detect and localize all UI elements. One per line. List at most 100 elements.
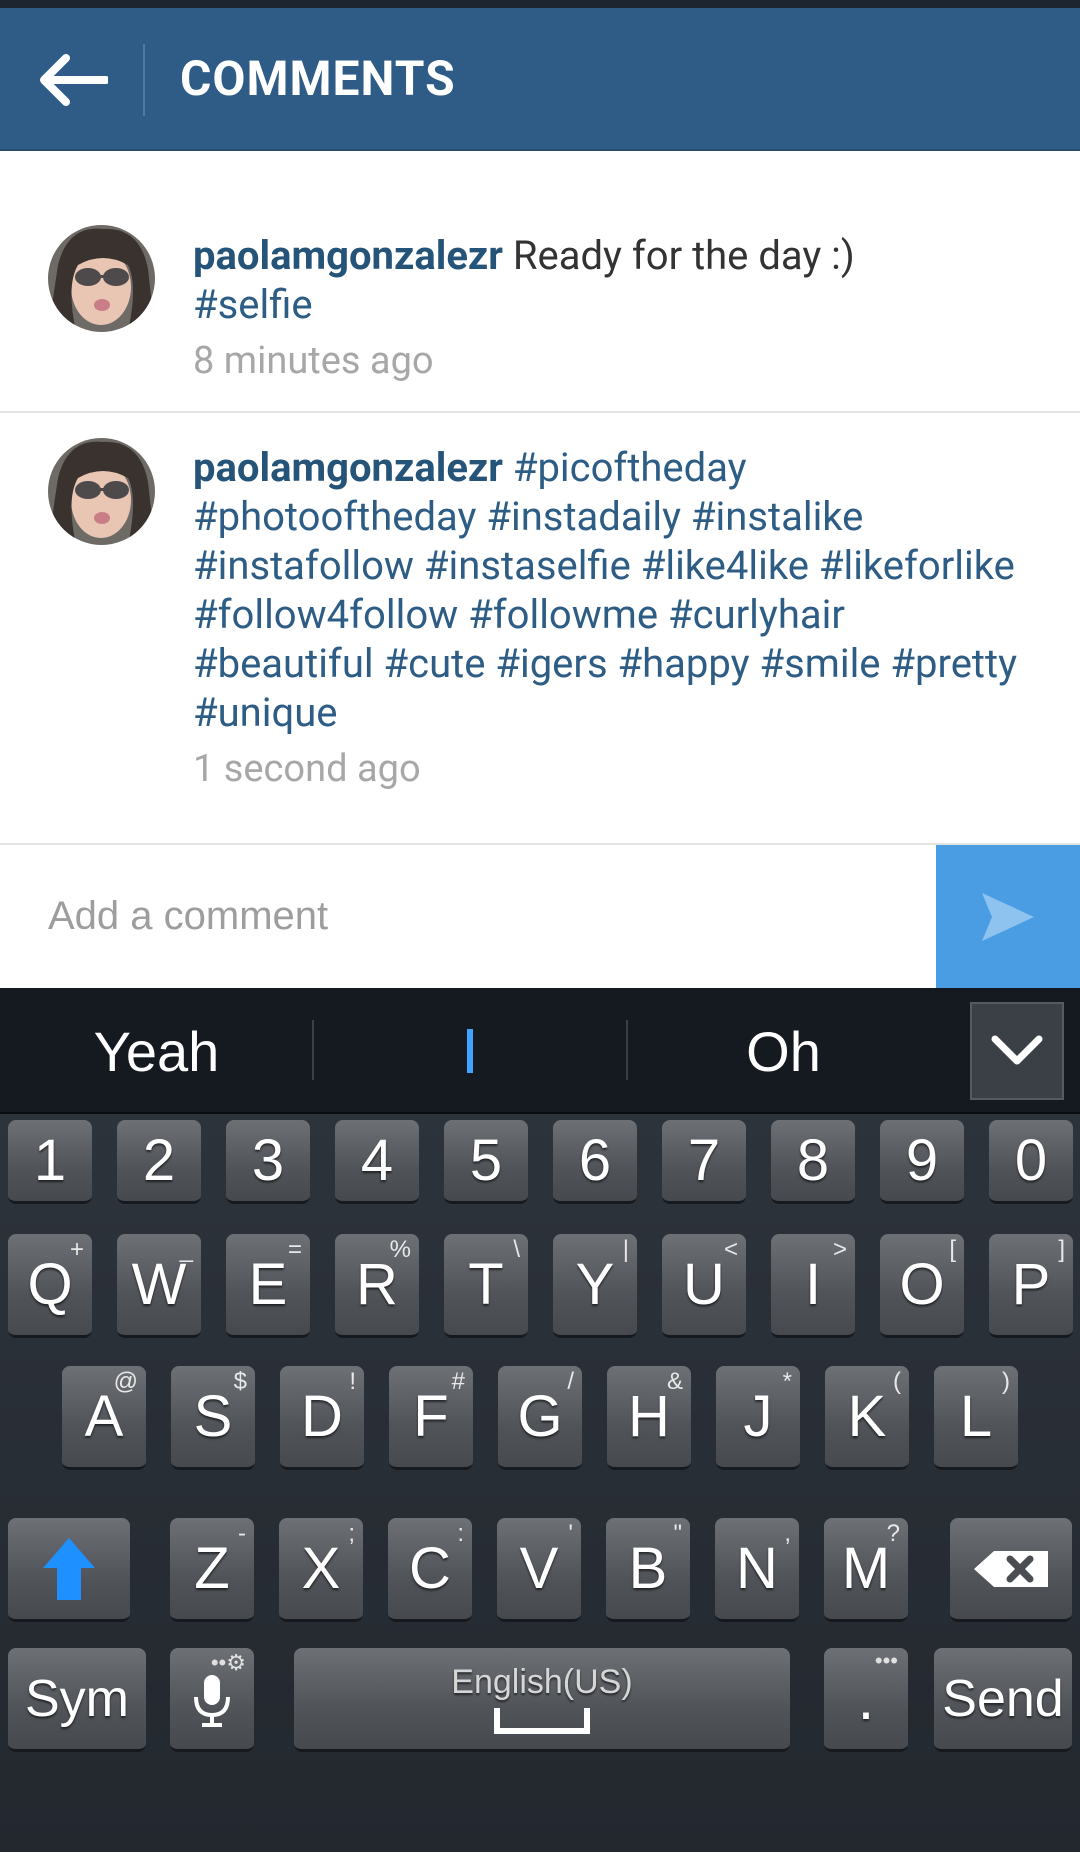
comment-hashtags[interactable]: #selfie <box>193 280 1023 329</box>
key[interactable]: J * <box>716 1366 800 1470</box>
key-label: K <box>847 1384 887 1449</box>
key-alt-label: \ <box>513 1236 520 1263</box>
key-alt-label: = <box>287 1236 302 1263</box>
key[interactable]: W _ <box>117 1234 201 1338</box>
key[interactable]: D! <box>280 1366 364 1470</box>
space-key[interactable]: English(US) <box>294 1648 790 1752</box>
key-label: 4 <box>360 1128 394 1193</box>
key[interactable]: C: <box>388 1518 472 1622</box>
voice-input-key[interactable]: ••⚙ <box>170 1648 254 1752</box>
send-comment-button[interactable] <box>936 845 1080 988</box>
more-dots-icon: ••• <box>874 1648 898 1673</box>
key[interactable]: M? <box>824 1518 908 1622</box>
key[interactable]: 8 <box>771 1120 855 1204</box>
key-alt-label: _ <box>179 1236 193 1263</box>
chevron-down-icon <box>991 1035 1043 1065</box>
key[interactable]: Y | <box>553 1234 637 1338</box>
key[interactable]: 1 <box>8 1120 92 1204</box>
back-button[interactable] <box>20 30 124 130</box>
key-label: L <box>959 1384 993 1449</box>
key-label: V <box>519 1536 559 1601</box>
key[interactable]: O[ <box>880 1234 964 1338</box>
suggestion-item[interactable]: Yeah <box>0 988 313 1114</box>
shift-arrow-icon <box>43 1537 95 1600</box>
comment-username[interactable]: paolamgonzalezr <box>193 232 503 279</box>
key-alt-label: < <box>723 1236 738 1263</box>
key[interactable]: B " <box>606 1518 690 1622</box>
send-key[interactable]: Send <box>934 1648 1072 1752</box>
key[interactable]: T \ <box>444 1234 528 1338</box>
key-label: P <box>1011 1252 1051 1317</box>
comment-username[interactable]: paolamgonzalezr <box>193 444 503 491</box>
key-label: M <box>841 1536 891 1601</box>
key[interactable]: Q + <box>8 1234 92 1338</box>
key[interactable]: 0 <box>989 1120 1073 1204</box>
key[interactable]: L) <box>934 1366 1018 1470</box>
avatar[interactable] <box>48 225 155 332</box>
sym-key[interactable]: Sym <box>8 1648 146 1752</box>
period-key[interactable]: . ••• <box>824 1648 908 1752</box>
key-alt-label: # <box>451 1368 465 1395</box>
key-alt-label: ! <box>349 1368 356 1395</box>
comment-timestamp: 1 second ago <box>193 747 421 791</box>
comment-text: paolamgonzalezr Ready for the day :) #se… <box>193 231 1023 386</box>
text-cursor <box>466 1029 473 1073</box>
key-alt-label: * <box>782 1368 792 1395</box>
back-arrow-icon <box>40 54 108 106</box>
backspace-key[interactable] <box>950 1518 1072 1622</box>
shift-key[interactable] <box>8 1518 130 1622</box>
key-label: 9 <box>905 1128 939 1193</box>
key[interactable]: U < <box>662 1234 746 1338</box>
key[interactable]: S $ <box>171 1366 255 1470</box>
key[interactable]: 5 <box>444 1120 528 1204</box>
comment-text: paolamgonzalezr #picoftheday #photoofthe… <box>193 443 1023 794</box>
key-label: D <box>301 1384 343 1449</box>
key[interactable]: H & <box>607 1366 691 1470</box>
backspace-icon <box>974 1550 1048 1587</box>
key[interactable]: P] <box>989 1234 1073 1338</box>
key[interactable]: E = <box>226 1234 310 1338</box>
suggestion-item[interactable]: Oh <box>627 988 940 1114</box>
comment-input[interactable] <box>0 845 936 988</box>
suggestion-item[interactable] <box>313 988 626 1114</box>
key[interactable]: 6 <box>553 1120 637 1204</box>
key[interactable]: 4 <box>335 1120 419 1204</box>
key-alt-label: $ <box>233 1368 247 1395</box>
key-alt-label: > <box>832 1236 847 1263</box>
key[interactable]: X; <box>279 1518 363 1622</box>
collapse-suggestions-button[interactable] <box>970 1002 1064 1100</box>
key-label: Q <box>27 1252 73 1317</box>
key-label: 6 <box>578 1128 612 1193</box>
key[interactable]: F # <box>389 1366 473 1470</box>
key-alt-label: , <box>784 1520 791 1547</box>
key-label: U <box>683 1252 725 1317</box>
key[interactable]: 9 <box>880 1120 964 1204</box>
key-label: 8 <box>796 1128 830 1193</box>
key-label: B <box>628 1536 668 1601</box>
key[interactable]: 7 <box>662 1120 746 1204</box>
key[interactable]: Z- <box>170 1518 254 1622</box>
avatar[interactable] <box>48 438 155 545</box>
gear-icon: ••⚙ <box>210 1650 246 1675</box>
key-label: 3 <box>251 1128 285 1193</box>
key[interactable]: A @ <box>62 1366 146 1470</box>
key-label: F <box>413 1384 449 1449</box>
key[interactable]: 3 <box>226 1120 310 1204</box>
key[interactable]: N, <box>715 1518 799 1622</box>
key[interactable]: V ' <box>497 1518 581 1622</box>
key-alt-label: & <box>666 1368 683 1395</box>
key[interactable]: R% <box>335 1234 419 1338</box>
key-alt-label: ] <box>1058 1236 1065 1263</box>
key-label: T <box>468 1252 504 1317</box>
comment-timestamp: 8 minutes ago <box>193 339 434 383</box>
key-label: S <box>193 1384 233 1449</box>
page-title: COMMENTS <box>180 50 456 107</box>
key[interactable]: I > <box>771 1234 855 1338</box>
suggestion-bar: Yeah Oh <box>0 988 1080 1114</box>
key-alt-label: ) <box>1002 1368 1010 1395</box>
key[interactable]: G / <box>498 1366 582 1470</box>
key[interactable]: K( <box>825 1366 909 1470</box>
key[interactable]: 2 <box>117 1120 201 1204</box>
keyboard-language-label: English(US) <box>451 1663 633 1701</box>
key-label: W <box>131 1252 187 1317</box>
